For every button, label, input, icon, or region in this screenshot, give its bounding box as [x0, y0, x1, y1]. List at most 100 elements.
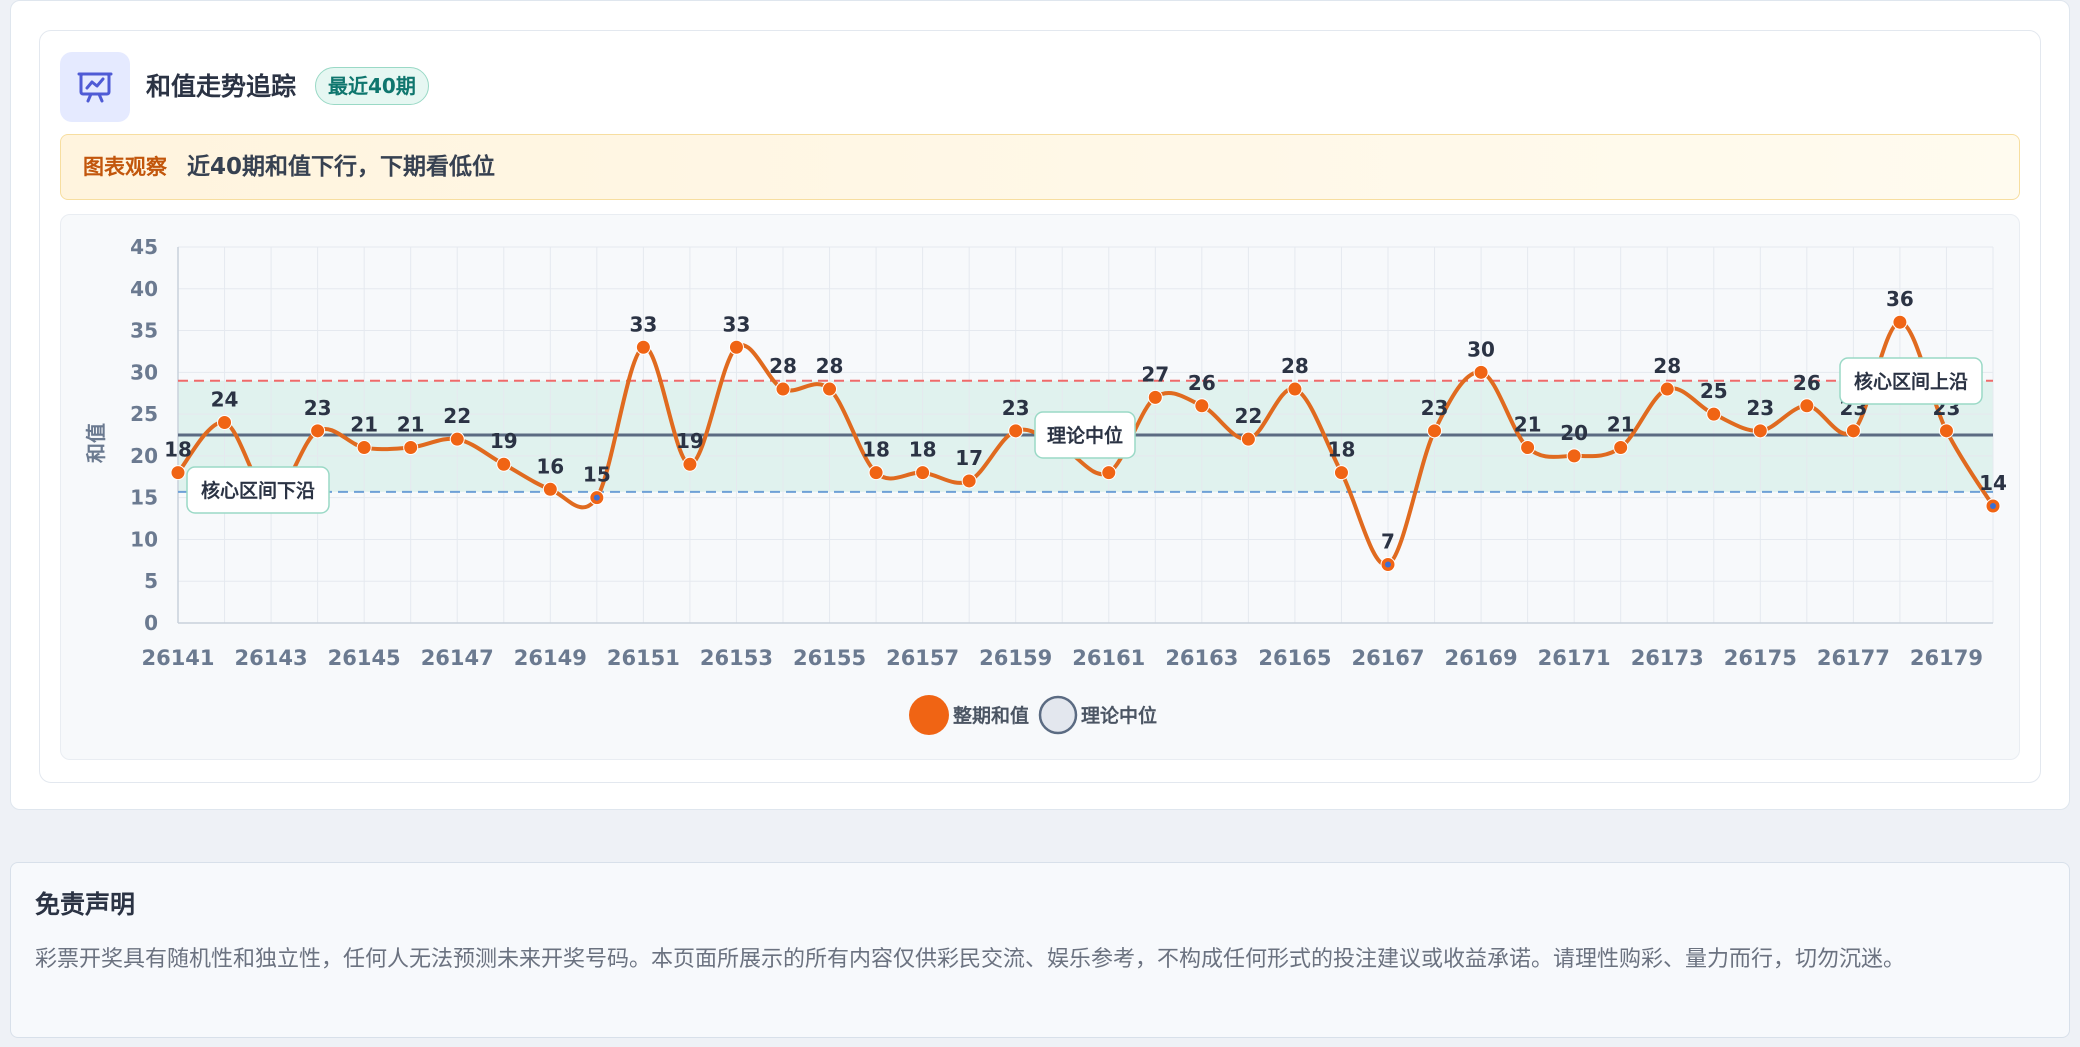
data-point: [1845, 423, 1861, 439]
observation-label: 图表观察: [83, 155, 167, 179]
y-tick-label: 25: [130, 402, 158, 426]
chart-title: 和值走势追踪: [146, 72, 297, 101]
presentation-chart-icon: [60, 52, 130, 122]
data-point: [1008, 423, 1024, 439]
observation-bar: 图表观察 近40期和值下行，下期看低位: [60, 134, 2020, 200]
data-point: [635, 339, 651, 355]
data-label: 22: [443, 404, 471, 428]
data-point: [356, 440, 372, 456]
x-tick-label: 26159: [979, 646, 1052, 670]
data-point: [1287, 381, 1303, 397]
data-label: 23: [1421, 396, 1449, 420]
data-label: 18: [1328, 438, 1356, 462]
y-tick-label: 15: [130, 486, 158, 510]
x-tick-label: 26143: [235, 646, 308, 670]
data-label: 21: [1514, 413, 1542, 437]
data-point: [915, 465, 931, 481]
data-point: [1799, 398, 1815, 414]
y-tick-label: 20: [130, 444, 158, 468]
y-tick-label: 35: [130, 319, 158, 343]
x-tick-label: 26149: [514, 646, 587, 670]
data-label: 30: [1467, 337, 1495, 361]
data-label: 20: [1560, 421, 1588, 445]
x-tick-label: 26145: [328, 646, 401, 670]
data-label: 28: [769, 354, 797, 378]
data-point: [822, 381, 838, 397]
data-label: 22: [1234, 404, 1262, 428]
low-point-marker: [1385, 561, 1391, 568]
x-tick-label: 26173: [1631, 646, 1704, 670]
disclaimer-title: 免责声明: [35, 890, 136, 919]
data-point: [775, 381, 791, 397]
data-point: [1659, 381, 1675, 397]
x-tick-label: 26151: [607, 646, 680, 670]
data-point: [682, 456, 698, 472]
observation-text: 近40期和值下行，下期看低位: [187, 154, 496, 180]
x-tick-label: 26169: [1445, 646, 1518, 670]
data-label: 21: [1607, 413, 1635, 437]
data-label: 23: [1002, 396, 1030, 420]
data-label: 23: [304, 396, 332, 420]
data-label: 15: [583, 463, 611, 487]
data-point: [1473, 364, 1489, 380]
data-label: 33: [629, 312, 657, 336]
data-label: 24: [211, 387, 239, 411]
x-tick-label: 26141: [141, 646, 214, 670]
data-point: [1240, 431, 1256, 447]
period-badge: 最近40期: [315, 67, 429, 105]
data-point: [1101, 465, 1117, 481]
x-tick-label: 26155: [793, 646, 866, 670]
y-tick-label: 5: [144, 569, 158, 593]
legend-label-series: 整期和值: [953, 704, 1029, 727]
x-tick-label: 26153: [700, 646, 773, 670]
data-point: [449, 431, 465, 447]
disclaimer-text: 彩票开奖具有随机性和独立性，任何人无法预测未来开奖号码。本页面所展示的所有内容仅…: [35, 947, 1906, 972]
data-point: [1706, 406, 1722, 422]
x-tick-label: 26165: [1258, 646, 1331, 670]
data-point: [217, 414, 233, 430]
data-label: 33: [723, 312, 751, 336]
data-label: 7: [1381, 530, 1395, 554]
y-tick-label: 0: [144, 611, 158, 635]
data-label: 18: [164, 438, 192, 462]
data-point: [1613, 440, 1629, 456]
data-label: 14: [1979, 471, 2007, 495]
x-tick-label: 26175: [1724, 646, 1797, 670]
data-point: [1147, 389, 1163, 405]
data-label: 27: [1141, 362, 1169, 386]
data-label: 21: [397, 413, 425, 437]
chart-panel: 0 5 10 15 20 25 30 35 40 45 和值 26141 26143 26145 26147…: [60, 214, 2020, 760]
data-point: [868, 465, 884, 481]
data-point: [728, 339, 744, 355]
data-label: 21: [350, 413, 378, 437]
x-tick-label: 26171: [1538, 646, 1611, 670]
data-label: 19: [490, 429, 518, 453]
data-label: 25: [1700, 379, 1728, 403]
data-point: [1566, 448, 1582, 464]
data-label: 28: [1653, 354, 1681, 378]
legend-swatch-median: [1038, 695, 1078, 735]
data-label: 26: [1793, 371, 1821, 395]
data-label: 23: [1746, 396, 1774, 420]
data-point: [496, 456, 512, 472]
data-label: 18: [862, 438, 890, 462]
y-axis-label: 和值: [84, 423, 108, 463]
data-point: [310, 423, 326, 439]
x-tick-label: 26161: [1072, 646, 1145, 670]
data-point: [1752, 423, 1768, 439]
data-label: 36: [1886, 287, 1914, 311]
x-tick-label: 26179: [1910, 646, 1983, 670]
data-point: [1194, 398, 1210, 414]
low-point-marker: [1990, 503, 1996, 510]
y-tick-label: 45: [130, 235, 158, 259]
y-tick-label: 40: [130, 277, 158, 301]
legend-label-median: 理论中位: [1081, 704, 1157, 727]
x-tick-label: 26163: [1165, 646, 1238, 670]
data-point: [403, 440, 419, 456]
y-tick-label: 30: [130, 360, 158, 384]
data-point: [1427, 423, 1443, 439]
lower-bound-callout-text: 核心区间下沿: [201, 479, 315, 502]
data-label: 28: [816, 354, 844, 378]
data-point: [1333, 465, 1349, 481]
data-point: [1938, 423, 1954, 439]
